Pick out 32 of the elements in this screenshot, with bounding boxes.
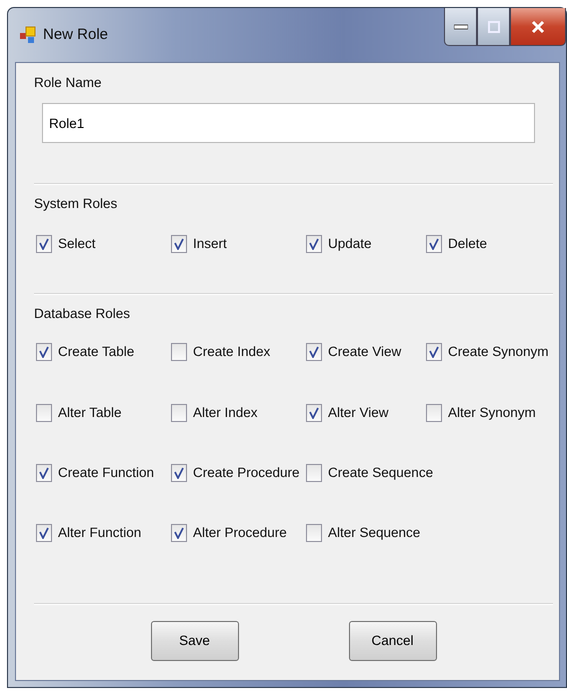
- role-checkbox[interactable]: Create Index: [171, 342, 306, 362]
- role-checkbox[interactable]: Alter Index: [171, 402, 306, 423]
- dialog-button[interactable]: Save: [150, 621, 238, 661]
- role-checkbox[interactable]: Create Procedure: [171, 462, 306, 483]
- maximize-button[interactable]: [477, 8, 510, 46]
- role-checkbox[interactable]: Alter Table: [36, 402, 171, 423]
- role-checkbox[interactable]: Insert: [171, 234, 306, 254]
- window-title: New Role: [43, 24, 108, 45]
- role-checkbox[interactable]: Create Function: [36, 462, 171, 483]
- minimize-button[interactable]: [444, 8, 477, 46]
- role-checkbox[interactable]: Alter Procedure: [171, 523, 306, 544]
- role-checkbox[interactable]: Create Sequence: [306, 462, 434, 483]
- role-checkbox[interactable]: Alter View: [306, 402, 426, 423]
- role-checkbox[interactable]: Alter Sequence: [306, 523, 426, 544]
- group-label: System Roles: [34, 195, 118, 213]
- role-checkbox[interactable]: Create View: [306, 342, 426, 362]
- close-button[interactable]: [510, 8, 566, 46]
- role-checkbox[interactable]: Create Table: [36, 342, 171, 362]
- minimize-icon: [454, 24, 468, 30]
- role-checkbox[interactable]: Update: [306, 234, 426, 254]
- role-checkbox[interactable]: Alter Synonym: [426, 402, 553, 423]
- role-name-field[interactable]: Role1: [42, 103, 535, 144]
- close-icon: [531, 20, 545, 34]
- role-checkbox[interactable]: Delete: [426, 234, 553, 254]
- group-label: Database Roles: [34, 305, 130, 323]
- maximize-icon: [488, 20, 500, 32]
- role-checkbox[interactable]: Create Synonym: [426, 342, 553, 362]
- app-icon: [19, 26, 37, 44]
- dialog-button[interactable]: Cancel: [348, 621, 436, 661]
- role-checkbox[interactable]: Select: [36, 234, 171, 254]
- group-label: Role Name: [34, 74, 102, 92]
- role-checkbox[interactable]: Alter Function: [36, 523, 171, 544]
